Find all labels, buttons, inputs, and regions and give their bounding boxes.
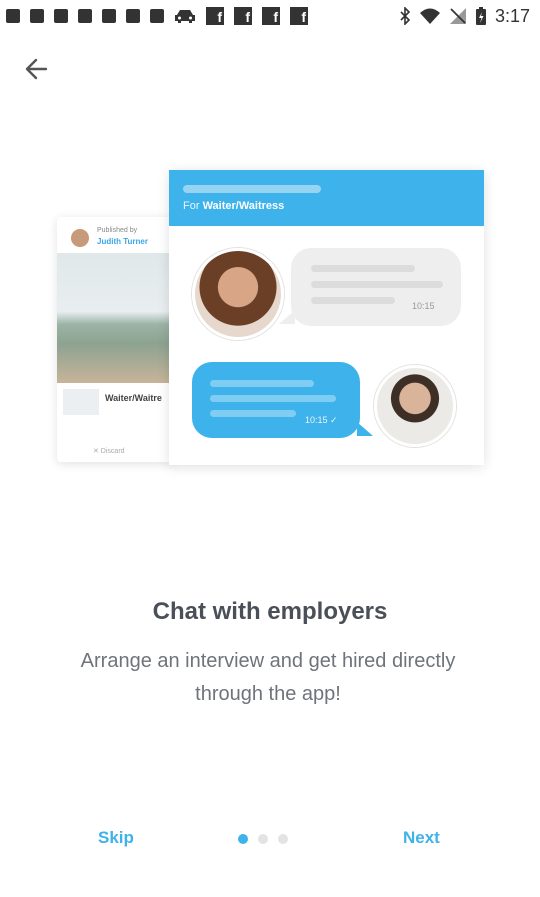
applicant-avatar [374, 365, 456, 447]
publisher-name: Judith Turner [97, 237, 148, 246]
publisher-avatar [71, 229, 89, 247]
chat-header-for: For [183, 200, 203, 212]
wifi-icon [419, 8, 440, 24]
notification-icon [78, 9, 92, 23]
job-role-label: Waiter/Waitre [105, 393, 162, 403]
published-by-label: Published by [97, 227, 138, 234]
notification-icon [102, 9, 116, 23]
car-icon [175, 10, 195, 23]
status-system-icons: 3:17 [399, 6, 530, 26]
job-post-card: Published by Judith Turner Waiter/Waitre… [57, 217, 177, 462]
skip-button[interactable]: Skip [98, 828, 134, 848]
message-line [210, 410, 296, 417]
page-indicator [238, 833, 294, 845]
job-thumbnail [63, 389, 99, 415]
facebook-icon: f [206, 7, 224, 25]
notification-icon [150, 9, 164, 23]
facebook-icon: f [262, 7, 280, 25]
employer-avatar [192, 248, 284, 340]
no-signal-icon [449, 8, 466, 24]
message-time: 10:15 ✓ [305, 415, 338, 425]
message-line [311, 281, 443, 288]
message-line [311, 297, 395, 304]
chat-header-role: Waiter/Waitress [202, 200, 285, 212]
next-button[interactable]: Next [403, 828, 440, 848]
message-line [311, 265, 415, 272]
page-dot-active[interactable] [238, 834, 248, 844]
back-button[interactable] [24, 56, 50, 82]
arrow-left-icon[interactable] [24, 56, 50, 82]
chat-header-placeholder [183, 185, 321, 193]
page-dot[interactable] [258, 834, 268, 844]
onboarding-subtitle: Arrange an interview and get hired direc… [80, 650, 456, 705]
chat-card: For Waiter/Waitress 10:15 10:15 ✓ [169, 170, 484, 465]
status-notification-icons: f f f f [6, 6, 308, 26]
status-time: 3:17 [494, 5, 530, 26]
notification-icon [30, 9, 44, 23]
battery-icon [475, 7, 486, 25]
sent-message-bubble [192, 362, 360, 438]
discard-label: ✕ Discard [93, 448, 125, 455]
facebook-icon: f [290, 7, 308, 25]
message-line [210, 380, 314, 387]
bubble-tail [357, 422, 373, 436]
onboarding-title: Chat with employers [152, 598, 388, 625]
chat-header: For Waiter/Waitress [169, 170, 484, 226]
notification-icon [126, 9, 140, 23]
bluetooth-icon [400, 7, 411, 25]
job-post-header: Published by Judith Turner [67, 225, 177, 253]
notification-icon [6, 9, 20, 23]
upper-task-bar: f f f f 3:17 [0, 0, 540, 32]
chat-header-label: For Waiter/Waitress [183, 200, 284, 212]
message-time: 10:15 [412, 301, 435, 311]
received-message-bubble [291, 248, 461, 326]
venue-photo [57, 253, 177, 383]
page-dot[interactable] [278, 834, 288, 844]
message-line [210, 395, 336, 402]
notification-icon [54, 9, 68, 23]
facebook-icon: f [234, 7, 252, 25]
